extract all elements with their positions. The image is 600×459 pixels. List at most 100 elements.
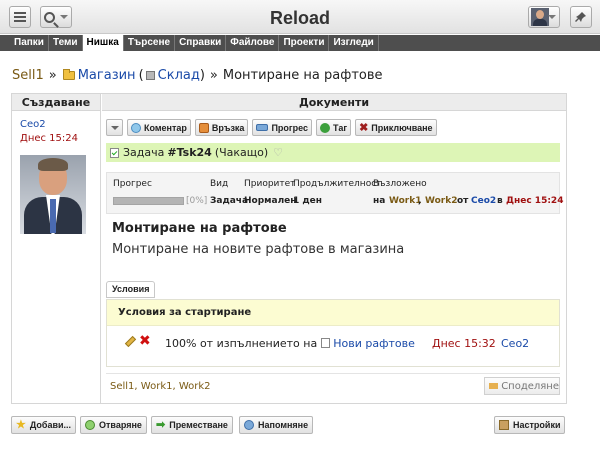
comment-icon <box>131 122 141 133</box>
author-name[interactable]: Ceo2 <box>20 119 46 130</box>
star-icon: ★ <box>16 419 26 431</box>
task-info-table: Прогрес Вид Приоритет Продължителност Въ… <box>106 172 564 214</box>
progress-icon <box>256 124 269 131</box>
tab-reports[interactable]: Справки <box>175 35 227 51</box>
pin-icon <box>575 12 586 22</box>
close-icon: ✖ <box>359 121 369 134</box>
progress-text: [0%] <box>186 196 208 206</box>
assignee-separator: , <box>418 196 422 206</box>
tag-link[interactable]: Work2 <box>179 381 211 392</box>
breadcrumb-separator: » <box>209 68 218 83</box>
tag-icon <box>320 122 331 133</box>
progress-button[interactable]: Прогрес <box>252 119 313 136</box>
from-word: от <box>457 196 469 206</box>
arrow-right-icon: ➡ <box>156 419 166 431</box>
assigned-prefix: на <box>373 196 386 206</box>
link-button[interactable]: Връзка <box>194 119 249 136</box>
chevron-down-icon <box>110 125 119 130</box>
tab-thread[interactable]: Нишка <box>82 35 124 51</box>
kind-value: Задача <box>210 196 249 206</box>
tab-folders[interactable]: Папки <box>10 35 49 51</box>
assigner-link[interactable]: Ceo2 <box>471 196 496 206</box>
add-button[interactable]: ★ Добави... <box>11 416 77 434</box>
close-task-button[interactable]: ✖ Приключване <box>355 119 437 136</box>
more-actions-dropdown[interactable] <box>106 119 123 136</box>
progress-bar <box>113 197 184 205</box>
assignee-link[interactable]: Work1 <box>389 196 421 206</box>
header-priority: Приоритет <box>244 179 296 189</box>
task-title: Монтиране на рафтове <box>112 221 287 236</box>
reminder-icon <box>244 420 254 430</box>
breadcrumb: Sell1 » Магазин ( Склад ) » Монтиране на… <box>12 68 383 83</box>
conditions-heading: Условия за стартиране <box>107 300 559 326</box>
remind-button[interactable]: Напомняне <box>239 416 314 434</box>
condition-row: ✖ 100% от изпълнението на Нови рафтове Дн… <box>107 327 559 366</box>
conditions-tab[interactable]: Условия <box>106 281 156 298</box>
author-column: Ceo2 Днес 15:24 <box>12 111 101 403</box>
tag-button[interactable]: Таг <box>316 119 352 136</box>
task-icon <box>110 147 119 158</box>
folder-icon <box>62 69 75 80</box>
header-progress: Прогрес <box>113 179 152 189</box>
task-status: (Чакащо) <box>214 146 269 159</box>
breadcrumb-folder[interactable]: Магазин <box>78 68 136 83</box>
heart-icon[interactable]: ♡ <box>273 146 283 159</box>
task-id: #Tsk24 <box>167 146 212 159</box>
header-kind: Вид <box>210 179 229 189</box>
bulb-icon <box>85 420 95 430</box>
column-header-created: Създаване <box>12 94 101 111</box>
tab-search[interactable]: Търсене <box>124 35 176 51</box>
header-assigned: Възложено <box>373 179 427 189</box>
tab-projects[interactable]: Проекти <box>279 35 330 51</box>
condition-text: 100% от изпълнението на Нови рафтове <box>165 337 415 350</box>
tab-topics[interactable]: Теми <box>49 35 83 51</box>
task-description: Монтиране на новите рафтове в магазина <box>112 242 405 257</box>
column-header-documents: Документи <box>102 94 566 111</box>
share-icon <box>489 383 499 389</box>
pin-button[interactable] <box>570 6 592 28</box>
assigned-time: Днес 15:24 <box>506 196 564 206</box>
box-icon <box>145 71 155 80</box>
duration-value: 1 ден <box>293 196 322 206</box>
app-header: Reload <box>0 0 600 34</box>
open-button[interactable]: Отваряне <box>80 416 147 434</box>
conditions-box: Условия за стартиране ✖ 100% от изпълнен… <box>106 299 560 367</box>
breadcrumb-separator: » <box>48 68 57 83</box>
tab-views[interactable]: Изгледи <box>329 35 379 51</box>
settings-button[interactable]: Настройки <box>494 416 566 434</box>
breadcrumb-root[interactable]: Sell1 <box>12 68 44 83</box>
tab-files[interactable]: Файлове <box>226 35 280 51</box>
document-panel: Създаване Документи Ceo2 Днес 15:24 Коме… <box>11 93 567 404</box>
tag-link[interactable]: Work1 <box>141 381 173 392</box>
tag-list: Sell1, Work1, Work2 <box>110 381 211 392</box>
share-button[interactable]: Споделяне <box>484 377 560 395</box>
app-title: Reload <box>269 8 330 28</box>
assignee-link[interactable]: Work2 <box>425 196 457 206</box>
pencil-icon[interactable] <box>124 335 137 348</box>
chevron-down-icon <box>548 15 556 19</box>
condition-user-link[interactable]: Ceo2 <box>501 337 529 350</box>
task-prefix: Задача <box>123 146 165 159</box>
at-word: в <box>497 196 503 206</box>
condition-date: Днес 15:32 <box>432 337 496 350</box>
user-menu-button[interactable] <box>528 6 560 28</box>
task-header: Задача #Tsk24 (Чакащо) ♡ <box>106 143 560 162</box>
breadcrumb-current: Монтиране на рафтове <box>222 68 383 83</box>
created-time: Днес 15:24 <box>20 133 78 144</box>
comment-button[interactable]: Коментар <box>127 119 191 136</box>
move-button[interactable]: ➡ Преместване <box>151 416 233 434</box>
tag-link[interactable]: Sell1 <box>110 381 134 392</box>
document-toolbar: Коментар Връзка Прогрес Таг ✖ Приключван… <box>106 119 437 136</box>
link-icon <box>198 122 209 133</box>
breadcrumb-paren-open: ( <box>138 68 144 83</box>
breadcrumb-paren-close: ) <box>199 68 205 83</box>
breadcrumb-subfolder[interactable]: Склад <box>158 68 200 83</box>
task-icon <box>321 338 331 348</box>
condition-task-link[interactable]: Нови рафтове <box>333 337 415 350</box>
header-duration: Продължителност <box>293 179 382 189</box>
user-avatar-icon <box>531 8 549 26</box>
main-nav: Папки Теми Нишка Търсене Справки Файлове… <box>0 35 600 51</box>
delete-icon[interactable]: ✖ <box>139 334 151 348</box>
avatar <box>20 155 86 234</box>
divider <box>106 373 560 374</box>
